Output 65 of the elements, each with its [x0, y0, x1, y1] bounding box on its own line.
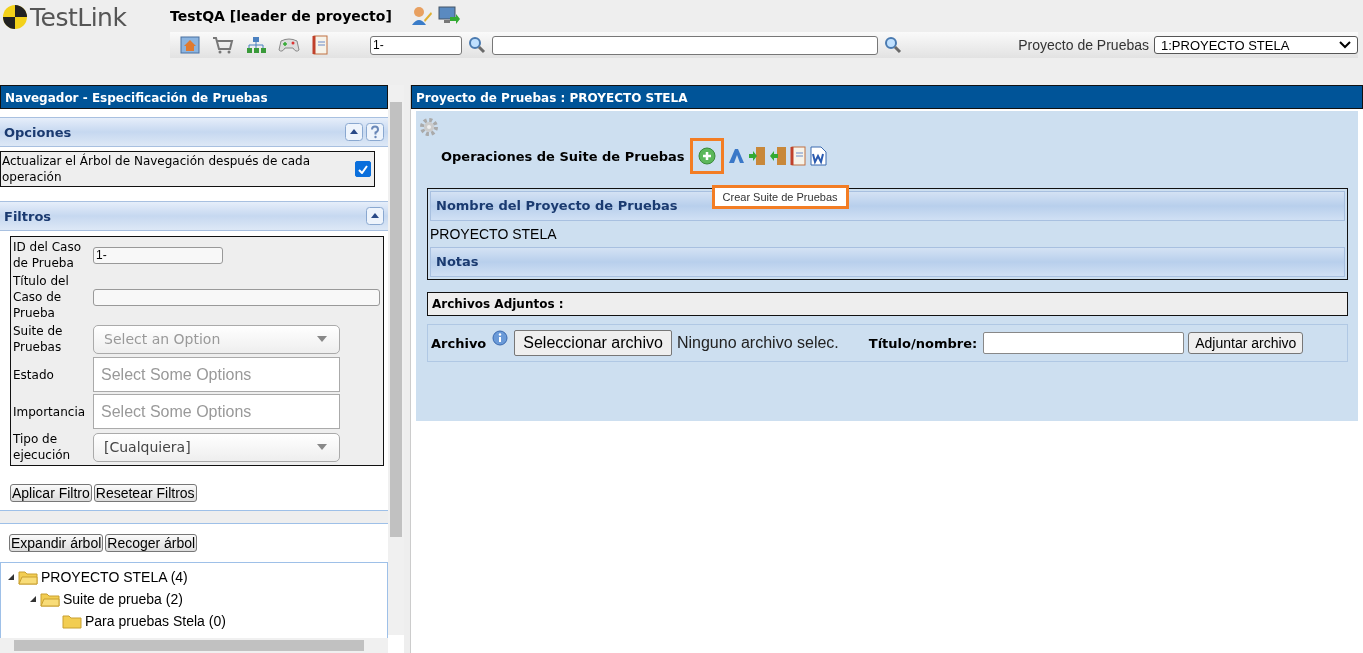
filter-label: Título del Caso de Prueba — [13, 273, 70, 321]
help-icon[interactable] — [366, 123, 384, 141]
filter-field[interactable]: 1- — [93, 246, 223, 264]
caret-icon — [317, 444, 327, 450]
hierarchy-icon[interactable] — [246, 36, 266, 54]
filter-label: Tipo de ejecución — [13, 431, 72, 463]
title-label: Título/nombre: — [868, 335, 978, 351]
refresh-checkbox[interactable] — [355, 161, 371, 177]
user-edit-icon[interactable] — [409, 6, 432, 26]
logo-icon — [2, 4, 28, 30]
choose-file-button[interactable]: Seleccionar archivo — [514, 330, 672, 356]
tree-button[interactable]: Recoger árbol — [105, 534, 198, 552]
add-icon[interactable] — [697, 147, 716, 165]
filter-field[interactable] — [93, 288, 380, 306]
expand-icon[interactable] — [29, 595, 37, 603]
filter-select[interactable]: [Cualquiera] — [93, 432, 340, 462]
caret-icon — [317, 336, 327, 342]
search-field[interactable] — [492, 35, 878, 55]
info-icon[interactable] — [492, 330, 509, 346]
search-icon[interactable] — [884, 36, 902, 54]
option-label: Actualizar el Árbol de Navegación después de cada operación — [2, 153, 312, 185]
tree-node[interactable]: Suite de prueba (2) — [63, 591, 183, 607]
filter-button[interactable]: Aplicar Filtro — [10, 484, 92, 502]
import-door-icon[interactable] — [747, 146, 766, 166]
filter-button[interactable]: Resetear Filtros — [93, 484, 197, 502]
collapse-icon[interactable] — [345, 123, 363, 141]
vertical-scrollbar[interactable] — [388, 85, 404, 635]
filter-label: ID del Caso de Prueba — [13, 239, 83, 271]
expand-icon[interactable] — [7, 573, 15, 581]
tree-node[interactable]: Para pruebas Stela (0) — [85, 613, 226, 629]
project-title: Proyecto de Pruebas : PROYECTO STELA — [411, 85, 1363, 109]
monitor-icon[interactable] — [437, 6, 460, 26]
filter-label: Suite de Pruebas — [13, 323, 64, 355]
options-title: Opciones — [4, 124, 72, 140]
file-label: Archivo — [431, 335, 487, 351]
notebook-icon[interactable] — [312, 35, 328, 55]
tree-node[interactable]: PROYECTO STELA (4) — [41, 569, 188, 585]
tree-button[interactable]: Expandir árbol — [9, 534, 104, 552]
project-name: PROYECTO STELA — [430, 225, 558, 244]
no-file-text: Ninguno archivo selec. — [676, 334, 839, 352]
caret-icon — [1339, 41, 1351, 49]
logo-text: TestLink — [30, 2, 127, 32]
word-document-icon[interactable] — [808, 146, 827, 166]
project-select[interactable]: 1:PROYECTO STELA — [1154, 36, 1358, 54]
attach-file-button[interactable]: Adjuntar archivo — [1188, 332, 1304, 354]
attachments-title: Archivos Adjuntos : — [427, 292, 1348, 316]
filter-label: Estado — [13, 366, 55, 383]
notebook-icon[interactable] — [789, 146, 806, 166]
test-case-id-field[interactable]: 1- — [370, 35, 462, 55]
project-label: Proyecto de Pruebas — [1018, 37, 1149, 53]
user-role: TestQA [leader de proyecto] — [170, 8, 392, 24]
search-icon[interactable] — [468, 36, 486, 54]
cart-icon[interactable] — [212, 36, 234, 54]
navigator-title: Navegador - Especificación de Pruebas — [0, 85, 388, 109]
export-door-icon[interactable] — [768, 146, 787, 166]
horizontal-scrollbar[interactable] — [0, 638, 388, 653]
notes-header: Notas — [430, 247, 1345, 277]
filters-title: Filtros — [4, 208, 52, 224]
font-icon[interactable] — [726, 147, 745, 165]
gamepad-icon[interactable] — [278, 36, 300, 54]
operations-label: Operaciones de Suite de Pruebas — [441, 148, 685, 164]
filter-label: Importancia — [13, 403, 87, 420]
tooltip: Crear Suite de Pruebas — [711, 185, 849, 209]
title-field[interactable] — [983, 332, 1185, 354]
collapse-icon[interactable] — [366, 207, 384, 225]
